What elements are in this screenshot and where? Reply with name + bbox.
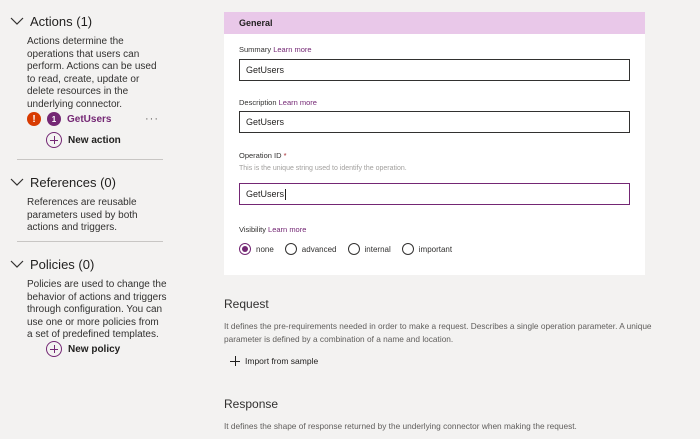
divider [17,241,163,242]
description-label: Description Learn more [239,98,317,107]
new-action-label: New action [68,134,121,146]
summary-label: Summary Learn more [239,45,312,54]
general-title: General [239,18,273,28]
references-header[interactable]: References (0) [10,172,163,192]
operation-id-label-text: Operation ID [239,151,282,160]
visibility-radio-group: none advanced internal important [239,243,463,255]
description-input[interactable]: GetUsers [239,111,630,133]
radio-button[interactable] [347,243,360,255]
radio-button[interactable] [401,243,414,255]
plus-icon [230,356,240,366]
summary-input[interactable]: GetUsers [239,59,630,81]
new-policy-button[interactable]: New policy [46,341,120,357]
policies-description: Policies are used to change the behavior… [27,279,167,340]
text-caret [285,188,287,200]
radio-label: important [418,244,453,254]
description-value: GetUsers [246,117,285,127]
description-learn-more-link[interactable]: Learn more [279,98,317,107]
required-marker: * [283,151,287,160]
action-item-getusers[interactable]: ! 1 GetUsers ··· [27,110,163,128]
new-policy-label: New policy [68,343,121,355]
general-card: General Summary Learn more GetUsers Desc… [224,12,645,275]
radio-button[interactable] [239,243,251,255]
import-from-sample-button[interactable]: Import from sample [230,356,318,366]
visibility-option-important[interactable]: important [401,243,453,255]
actions-section: Actions (1) Actions determine the operat… [10,11,163,111]
chevron-down-icon [10,17,24,25]
radio-button[interactable] [284,243,297,255]
policies-header[interactable]: Policies (0) [10,254,163,274]
response-description: It defines the shape of response returne… [224,421,577,431]
chevron-down-icon [10,178,24,186]
radio-label: internal [364,244,391,254]
actions-header[interactable]: Actions (1) [10,11,163,31]
add-circle-icon [46,132,62,148]
radio-label: advanced [301,244,337,254]
summary-value: GetUsers [246,65,285,75]
visibility-option-advanced[interactable]: advanced [284,243,337,255]
summary-learn-more-link[interactable]: Learn more [273,45,311,54]
visibility-option-internal[interactable]: internal [347,243,391,255]
references-section: References (0) References are reusable p… [10,172,163,235]
sidebar: Actions (1) Actions determine the operat… [0,0,175,439]
operation-id-input[interactable]: GetUsers [239,183,630,205]
policies-title: Policies (0) [30,256,95,272]
actions-description: Actions determine the operations that us… [27,36,157,110]
references-title: References (0) [30,174,116,190]
visibility-label: Visibility Learn more [239,225,306,234]
error-icon: ! [27,112,41,126]
visibility-learn-more-link[interactable]: Learn more [268,225,306,234]
request-description: It defines the pre-requirements needed i… [224,321,652,344]
action-name: GetUsers [67,113,112,125]
divider [17,159,163,160]
general-header: General [224,12,645,34]
description-label-text: Description [239,98,277,107]
new-action-button[interactable]: New action [46,132,121,148]
visibility-option-none[interactable]: none [239,243,274,255]
actions-title: Actions (1) [30,13,93,29]
operation-id-helper: This is the unique string used to identi… [239,165,407,172]
radio-label: none [256,244,274,254]
chevron-down-icon [10,260,24,268]
policies-section: Policies (0) Policies are used to change… [10,254,167,342]
references-description: References are reusable parameters used … [27,197,138,233]
summary-label-text: Summary [239,45,272,54]
operation-id-value: GetUsers [246,189,285,199]
request-title: Request [224,297,269,311]
add-circle-icon [46,341,62,357]
visibility-label-text: Visibility [239,225,266,234]
action-number-badge: 1 [47,112,61,126]
operation-id-label: Operation ID * [239,151,287,160]
response-title: Response [224,397,279,411]
import-label: Import from sample [245,356,319,366]
more-options-icon[interactable]: ··· [145,114,159,125]
